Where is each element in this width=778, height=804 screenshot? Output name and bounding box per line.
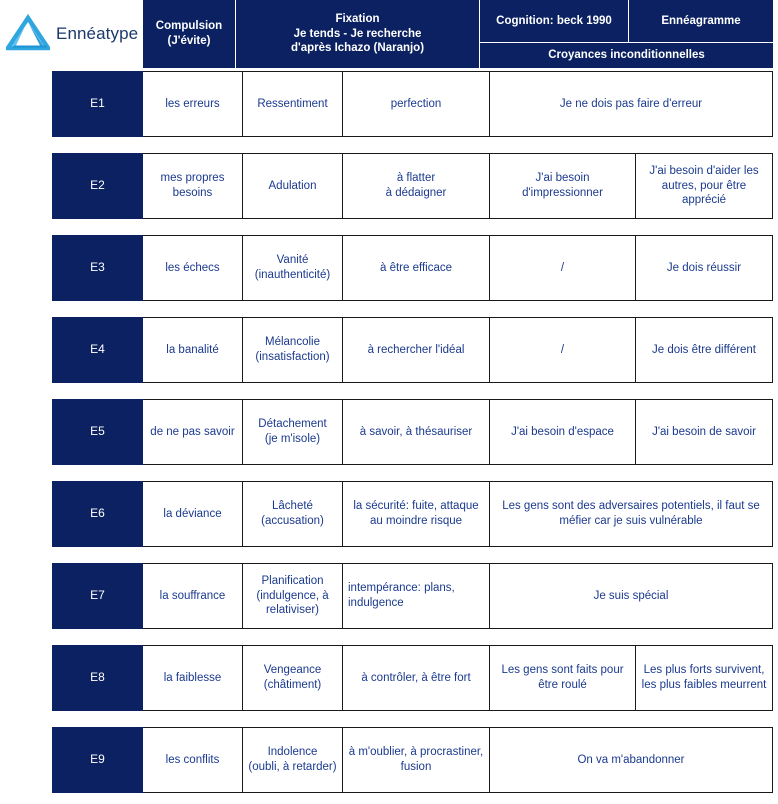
cell-compulsion: de ne pas savoir [143, 399, 243, 465]
brand-header: Ennéatype [0, 0, 143, 68]
cell-etype: E8 [52, 645, 143, 711]
table-row: E5 de ne pas savoir Détachement (je m'isole… [52, 399, 773, 465]
brand-name: Ennéatype [56, 24, 139, 43]
cell-je-tends: Mélancolie (insatisfaction) [243, 317, 343, 383]
cell-croyance-merged: On va m'abandonner [490, 727, 773, 793]
cell-je-recherche: à m'oublier, à procrastiner, fusion [343, 727, 490, 793]
cell-etype: E5 [52, 399, 143, 465]
cell-je-tends: Ressentiment [243, 71, 343, 137]
cell-croyance-merged: Je suis spécial [490, 563, 773, 629]
table-row: E9 les conflits Indolence (oubli, à retarde… [52, 727, 773, 793]
cell-compulsion: la déviance [143, 481, 243, 547]
cell-je-tends: Planification (indulgence, à relativiser) [243, 563, 343, 629]
table-row: E4 la banalité Mélancolie (insatisfaction) à… [52, 317, 773, 383]
cell-je-recherche: perfection [343, 71, 490, 137]
cell-je-tends: Vengeance (châtiment) [243, 645, 343, 711]
column-header-compulsion: Compulsion (J'évite) [143, 0, 236, 68]
cell-cognition: / [490, 235, 636, 301]
cell-je-recherche: à savoir, à thésauriser [343, 399, 490, 465]
cell-je-tends: Détachement (je m'isole) [243, 399, 343, 465]
table-row: E2 mes propres besoins Adulation à flatter à… [52, 153, 773, 219]
cell-enneagramme: Les plus forts survivent, les plus faibl… [636, 645, 773, 711]
cell-etype: E4 [52, 317, 143, 383]
cell-compulsion: la faiblesse [143, 645, 243, 711]
cell-compulsion: mes propres besoins [143, 153, 243, 219]
cell-je-tends: Vanité (inauthenticité) [243, 235, 343, 301]
croyances-title: Croyances inconditionnelles [548, 49, 705, 62]
column-header-croyances: Croyances inconditionnelles [480, 43, 773, 68]
cell-je-tends: Indolence (oubli, à retarder) [243, 727, 343, 793]
table-row: E3 les échecs Vanité (inauthenticité) à être… [52, 235, 773, 301]
cell-je-recherche: intempérance: plans, indulgence [343, 563, 490, 629]
column-header-enneagramme: Ennéagramme [629, 0, 773, 43]
cell-croyance-merged: Les gens sont des adversaires potentiels… [490, 481, 773, 547]
cognition-title: Cognition: beck 1990 [496, 14, 612, 27]
cell-cognition: J'ai besoin d'impressionner [490, 153, 636, 219]
cell-enneagramme: Je dois réussir [636, 235, 773, 301]
cell-croyance-merged: Je ne dois pas faire d'erreur [490, 71, 773, 137]
cell-je-tends: Lâcheté (accusation) [243, 481, 343, 547]
table-row: E8 la faiblesse Vengeance (châtiment) à cont… [52, 645, 773, 711]
cell-je-recherche: à flatter à dédaigner [343, 153, 490, 219]
table-row: E7 la souffrance Planification (indulgence,… [52, 563, 773, 629]
cell-etype: E3 [52, 235, 143, 301]
cell-compulsion: les échecs [143, 235, 243, 301]
cell-compulsion: les erreurs [143, 71, 243, 137]
cell-enneagramme: J'ai besoin d'aider les autres, pour êtr… [636, 153, 773, 219]
fixation-source: d'après Ichazo (Naranjo) [290, 42, 425, 55]
fixation-subtitle: Je tends - Je recherche [293, 27, 422, 40]
cell-etype: E1 [52, 71, 143, 137]
column-header-cognition: Cognition: beck 1990 [480, 0, 629, 43]
compulsion-title: Compulsion [155, 20, 223, 33]
enneagramme-title: Ennéagramme [661, 14, 741, 27]
cell-je-recherche: à être efficace [343, 235, 490, 301]
cell-compulsion: la souffrance [143, 563, 243, 629]
cell-etype: E6 [52, 481, 143, 547]
cell-je-recherche: la sécurité: fuite, attaque au moindre r… [343, 481, 490, 547]
cell-etype: E7 [52, 563, 143, 629]
cell-enneagramme: J'ai besoin de savoir [636, 399, 773, 465]
compulsion-subtitle: (J'évite) [167, 35, 211, 47]
column-header-fixation: Fixation Je tends - Je recherche d'après… [236, 0, 480, 68]
cell-etype: E9 [52, 727, 143, 793]
cell-cognition: Les gens sont faits pour être roulé [490, 645, 636, 711]
cell-je-tends: Adulation [243, 153, 343, 219]
cell-compulsion: la banalité [143, 317, 243, 383]
table-row: E6 la déviance Lâcheté (accusation) la sécur… [52, 481, 773, 547]
cell-cognition: / [490, 317, 636, 383]
cell-cognition: J'ai besoin d'espace [490, 399, 636, 465]
cell-je-recherche: à rechercher l'idéal [343, 317, 490, 383]
cell-etype: E2 [52, 153, 143, 219]
cell-enneagramme: Je dois être différent [636, 317, 773, 383]
table-row: E1 les erreurs Ressentiment perfection Je ne… [52, 71, 773, 137]
cell-je-recherche: à contrôler, à être fort [343, 645, 490, 711]
triangle-logo-icon [3, 13, 53, 54]
cell-compulsion: les conflits [143, 727, 243, 793]
fixation-title: Fixation [335, 12, 380, 25]
